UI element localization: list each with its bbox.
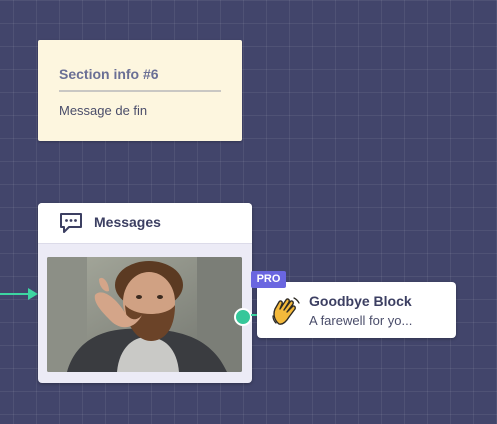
- note-text: Message de fin: [59, 103, 148, 118]
- goodbye-block[interactable]: Goodbye Block A farewell for yo...: [257, 282, 456, 338]
- messages-block[interactable]: Messages: [38, 203, 252, 383]
- goodbye-block-subtitle: A farewell for yo...: [309, 313, 413, 328]
- chat-bubble-icon: [60, 213, 82, 233]
- gif-image: [47, 257, 242, 372]
- messages-block-header: Messages: [38, 203, 252, 244]
- output-port[interactable]: [234, 308, 252, 326]
- pro-badge: PRO: [251, 271, 286, 288]
- note-divider: [59, 90, 221, 92]
- goodbye-block-title: Goodbye Block: [309, 293, 412, 309]
- incoming-connector-line: [0, 293, 30, 295]
- waving-hand-icon: [272, 297, 300, 325]
- messages-block-title: Messages: [94, 214, 161, 230]
- incoming-connector-arrow-icon: [28, 288, 38, 300]
- note-title: Section info #6: [59, 66, 159, 82]
- section-info-note[interactable]: Section info #6 Message de fin: [38, 40, 242, 141]
